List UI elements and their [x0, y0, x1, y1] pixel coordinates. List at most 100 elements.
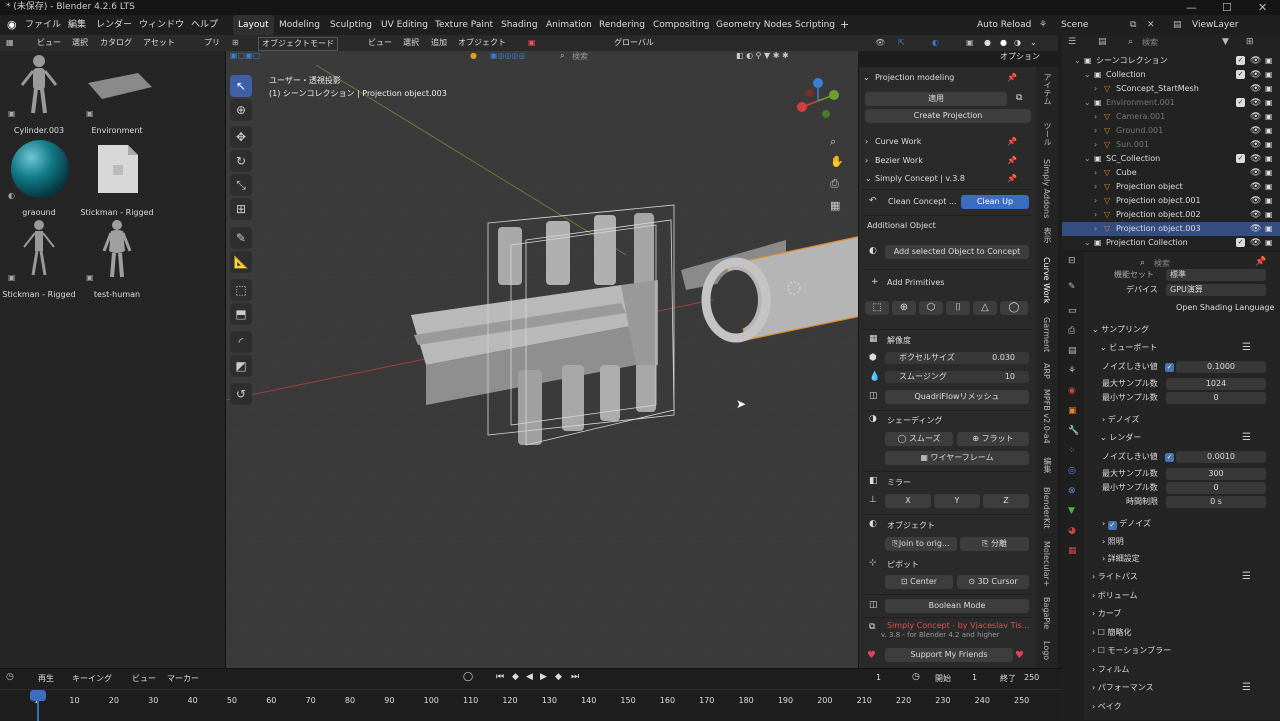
asset-item[interactable]: ▣ Cylinder.003: [0, 53, 78, 135]
volume-panel[interactable]: › ボリューム: [1092, 590, 1138, 602]
expand-arrow-icon[interactable]: ⌄: [1084, 96, 1091, 110]
expand-arrow-icon[interactable]: ⌄: [1084, 152, 1091, 166]
auto-reload-label[interactable]: Auto Reload: [977, 15, 1031, 35]
outliner-row[interactable]: › ▽ Projection object.003 👁 ▣: [1062, 222, 1280, 236]
outliner-row[interactable]: › ▽ Projection object.001 👁 ▣: [1062, 194, 1280, 208]
outliner-row[interactable]: › ▽ Ground.001 👁 ▣: [1062, 124, 1280, 138]
play-reverse-icon[interactable]: ◀: [526, 672, 533, 682]
bake-panel[interactable]: › ベイク: [1092, 701, 1122, 713]
object-tab-icon[interactable]: ▣: [1068, 406, 1077, 416]
expand-arrow-icon[interactable]: ›: [1094, 166, 1097, 180]
shading-material-icon[interactable]: ●: [1000, 35, 1007, 51]
visibility-eye-icon[interactable]: 👁: [1250, 68, 1261, 82]
tool-tab-icon[interactable]: ✎: [1068, 282, 1076, 292]
icosphere-primitive-icon[interactable]: ⬡: [919, 301, 943, 315]
move-tool[interactable]: ✥: [230, 126, 252, 148]
menu-file[interactable]: ファイル: [25, 15, 61, 35]
render-subpanel[interactable]: ⌄ レンダー: [1100, 432, 1141, 444]
render-visibility-icon[interactable]: ▣: [1265, 222, 1273, 236]
pin-icon[interactable]: 📌: [1007, 174, 1017, 183]
osl-checkbox-label[interactable]: Open Shading Language: [1176, 302, 1274, 314]
flat-shading-button[interactable]: ⊕ フラット: [957, 432, 1029, 446]
asset-menu-view[interactable]: ビュー: [37, 35, 61, 51]
expand-arrow-icon[interactable]: ›: [1094, 110, 1097, 124]
wireframe-button[interactable]: ▦ ワイヤーフレーム: [885, 451, 1029, 465]
asset-menu-catalog[interactable]: カタログ: [100, 35, 132, 51]
outliner-row[interactable]: › ▽ SConcept_StartMesh 👁 ▣: [1062, 82, 1280, 96]
copy-icon[interactable]: ⧉: [1016, 93, 1022, 103]
viewport-menu-view[interactable]: ビュー: [368, 35, 392, 51]
gizmo-toggle-icon[interactable]: ⇱: [898, 35, 905, 51]
expand-arrow-icon[interactable]: ›: [1094, 194, 1097, 208]
tab-blenderkit[interactable]: BlenderKit: [1042, 487, 1051, 529]
mirror-z-button[interactable]: Z: [983, 494, 1029, 508]
sphere-primitive-icon[interactable]: ⊕: [892, 301, 916, 315]
modifier-tab-icon[interactable]: 🔧: [1068, 426, 1079, 436]
performance-panel[interactable]: › パフォーマンス: [1092, 682, 1154, 694]
tab-edit[interactable]: 編集: [1042, 457, 1053, 473]
render-visibility-icon[interactable]: ▣: [1265, 138, 1273, 152]
vp-max-field[interactable]: 1024: [1166, 378, 1266, 390]
viewport-subpanel[interactable]: ⌄ ビューポート: [1100, 342, 1157, 354]
outliner-row[interactable]: › ▽ Camera.001 👁 ▣: [1062, 110, 1280, 124]
select-mode-icon[interactable]: ▣▢▣▢: [230, 51, 260, 60]
view-layer-icon[interactable]: ▤: [1173, 15, 1182, 35]
asset-item[interactable]: ▣ test-human: [78, 217, 156, 299]
r-denoise-subpanel[interactable]: › ✓ デノイズ: [1102, 518, 1151, 530]
transform-tool[interactable]: ⊞: [230, 198, 252, 220]
tab-sculpting[interactable]: Sculpting: [325, 15, 377, 35]
tab-texture-paint[interactable]: Texture Paint: [430, 15, 498, 35]
annotate-tool[interactable]: ✎: [230, 227, 252, 249]
list-icon[interactable]: ☰: [1242, 682, 1251, 693]
feature-set-dropdown[interactable]: 標準: [1166, 269, 1266, 281]
expand-arrow-icon[interactable]: ⌄: [1084, 236, 1091, 250]
sampling-panel[interactable]: ⌄ サンプリング: [1092, 324, 1149, 336]
tab-garment[interactable]: Garment: [1042, 317, 1051, 352]
outliner-row[interactable]: ⌄ ▣ SC_Collection ✓ 👁 ▣: [1062, 152, 1280, 166]
scale-tool[interactable]: ⤡: [230, 174, 252, 196]
outliner-row[interactable]: ⌄ ▣ Environment.001 ✓ 👁 ▣: [1062, 96, 1280, 110]
outliner-search[interactable]: 検索: [1142, 37, 1158, 48]
playhead[interactable]: [30, 690, 46, 701]
shading-options-icon[interactable]: ⌄: [1030, 35, 1037, 51]
visibility-eye-icon[interactable]: 👁: [1250, 194, 1261, 208]
filter-icon[interactable]: ▼: [1222, 37, 1229, 47]
expand-arrow-icon[interactable]: ›: [1094, 222, 1097, 236]
stopwatch-icon[interactable]: ◷: [912, 672, 920, 682]
next-key-icon[interactable]: ◆: [555, 672, 562, 682]
tab-bagapie[interactable]: BagaPie: [1042, 597, 1051, 629]
outliner-row[interactable]: › ▽ Cube 👁 ▣: [1062, 166, 1280, 180]
render-visibility-icon[interactable]: ▣: [1265, 194, 1273, 208]
add-mesh-tool[interactable]: ⬒: [230, 303, 252, 325]
asset-item[interactable]: Stickman - Rigged: [78, 135, 156, 217]
pin-icon[interactable]: 📌: [1007, 156, 1017, 165]
playback-menu[interactable]: 再生: [38, 673, 54, 684]
maximize-icon[interactable]: ☐: [1222, 0, 1232, 15]
r-min-field[interactable]: 0: [1166, 482, 1266, 494]
outliner-row[interactable]: › ▽ Sun.001 👁 ▣: [1062, 138, 1280, 152]
support-button[interactable]: Support My Friends: [885, 648, 1013, 662]
minimize-icon[interactable]: —: [1186, 0, 1197, 15]
marker-menu[interactable]: マーカー: [167, 673, 199, 684]
exclude-checkbox[interactable]: ✓: [1236, 98, 1245, 107]
tab-item[interactable]: アイテム: [1042, 73, 1053, 105]
tab-simply-addons[interactable]: Simply Addons: [1042, 159, 1051, 218]
snap-icon[interactable]: ▣: [528, 35, 536, 51]
cursor-tool[interactable]: ⊕: [230, 99, 252, 121]
expand-arrow-icon[interactable]: ›: [1094, 124, 1097, 138]
add-workspace-button[interactable]: +: [840, 15, 849, 35]
visibility-eye-icon[interactable]: 👁: [1250, 166, 1261, 180]
expand-arrow-icon[interactable]: ›: [1094, 180, 1097, 194]
curves-panel[interactable]: › カーブ: [1092, 608, 1121, 620]
vp-denoise-subpanel[interactable]: › デノイズ: [1102, 414, 1140, 426]
texture-tab-icon[interactable]: ▦: [1068, 546, 1077, 556]
render-visibility-icon[interactable]: ▣: [1265, 152, 1273, 166]
outliner-row[interactable]: ⌄ ▣ シーンコレクション ✓ 👁 ▣: [1062, 54, 1280, 68]
visibility-eye-icon[interactable]: 👁: [1250, 236, 1261, 250]
tab-scripting[interactable]: Scripting: [790, 15, 840, 35]
pan-hand-icon[interactable]: ✋: [830, 155, 844, 168]
scene-selector[interactable]: Scene: [1061, 15, 1088, 35]
expand-arrow-icon[interactable]: ›: [1094, 82, 1097, 96]
r-max-field[interactable]: 300: [1166, 468, 1266, 480]
viewport-search[interactable]: 検索: [572, 51, 588, 62]
